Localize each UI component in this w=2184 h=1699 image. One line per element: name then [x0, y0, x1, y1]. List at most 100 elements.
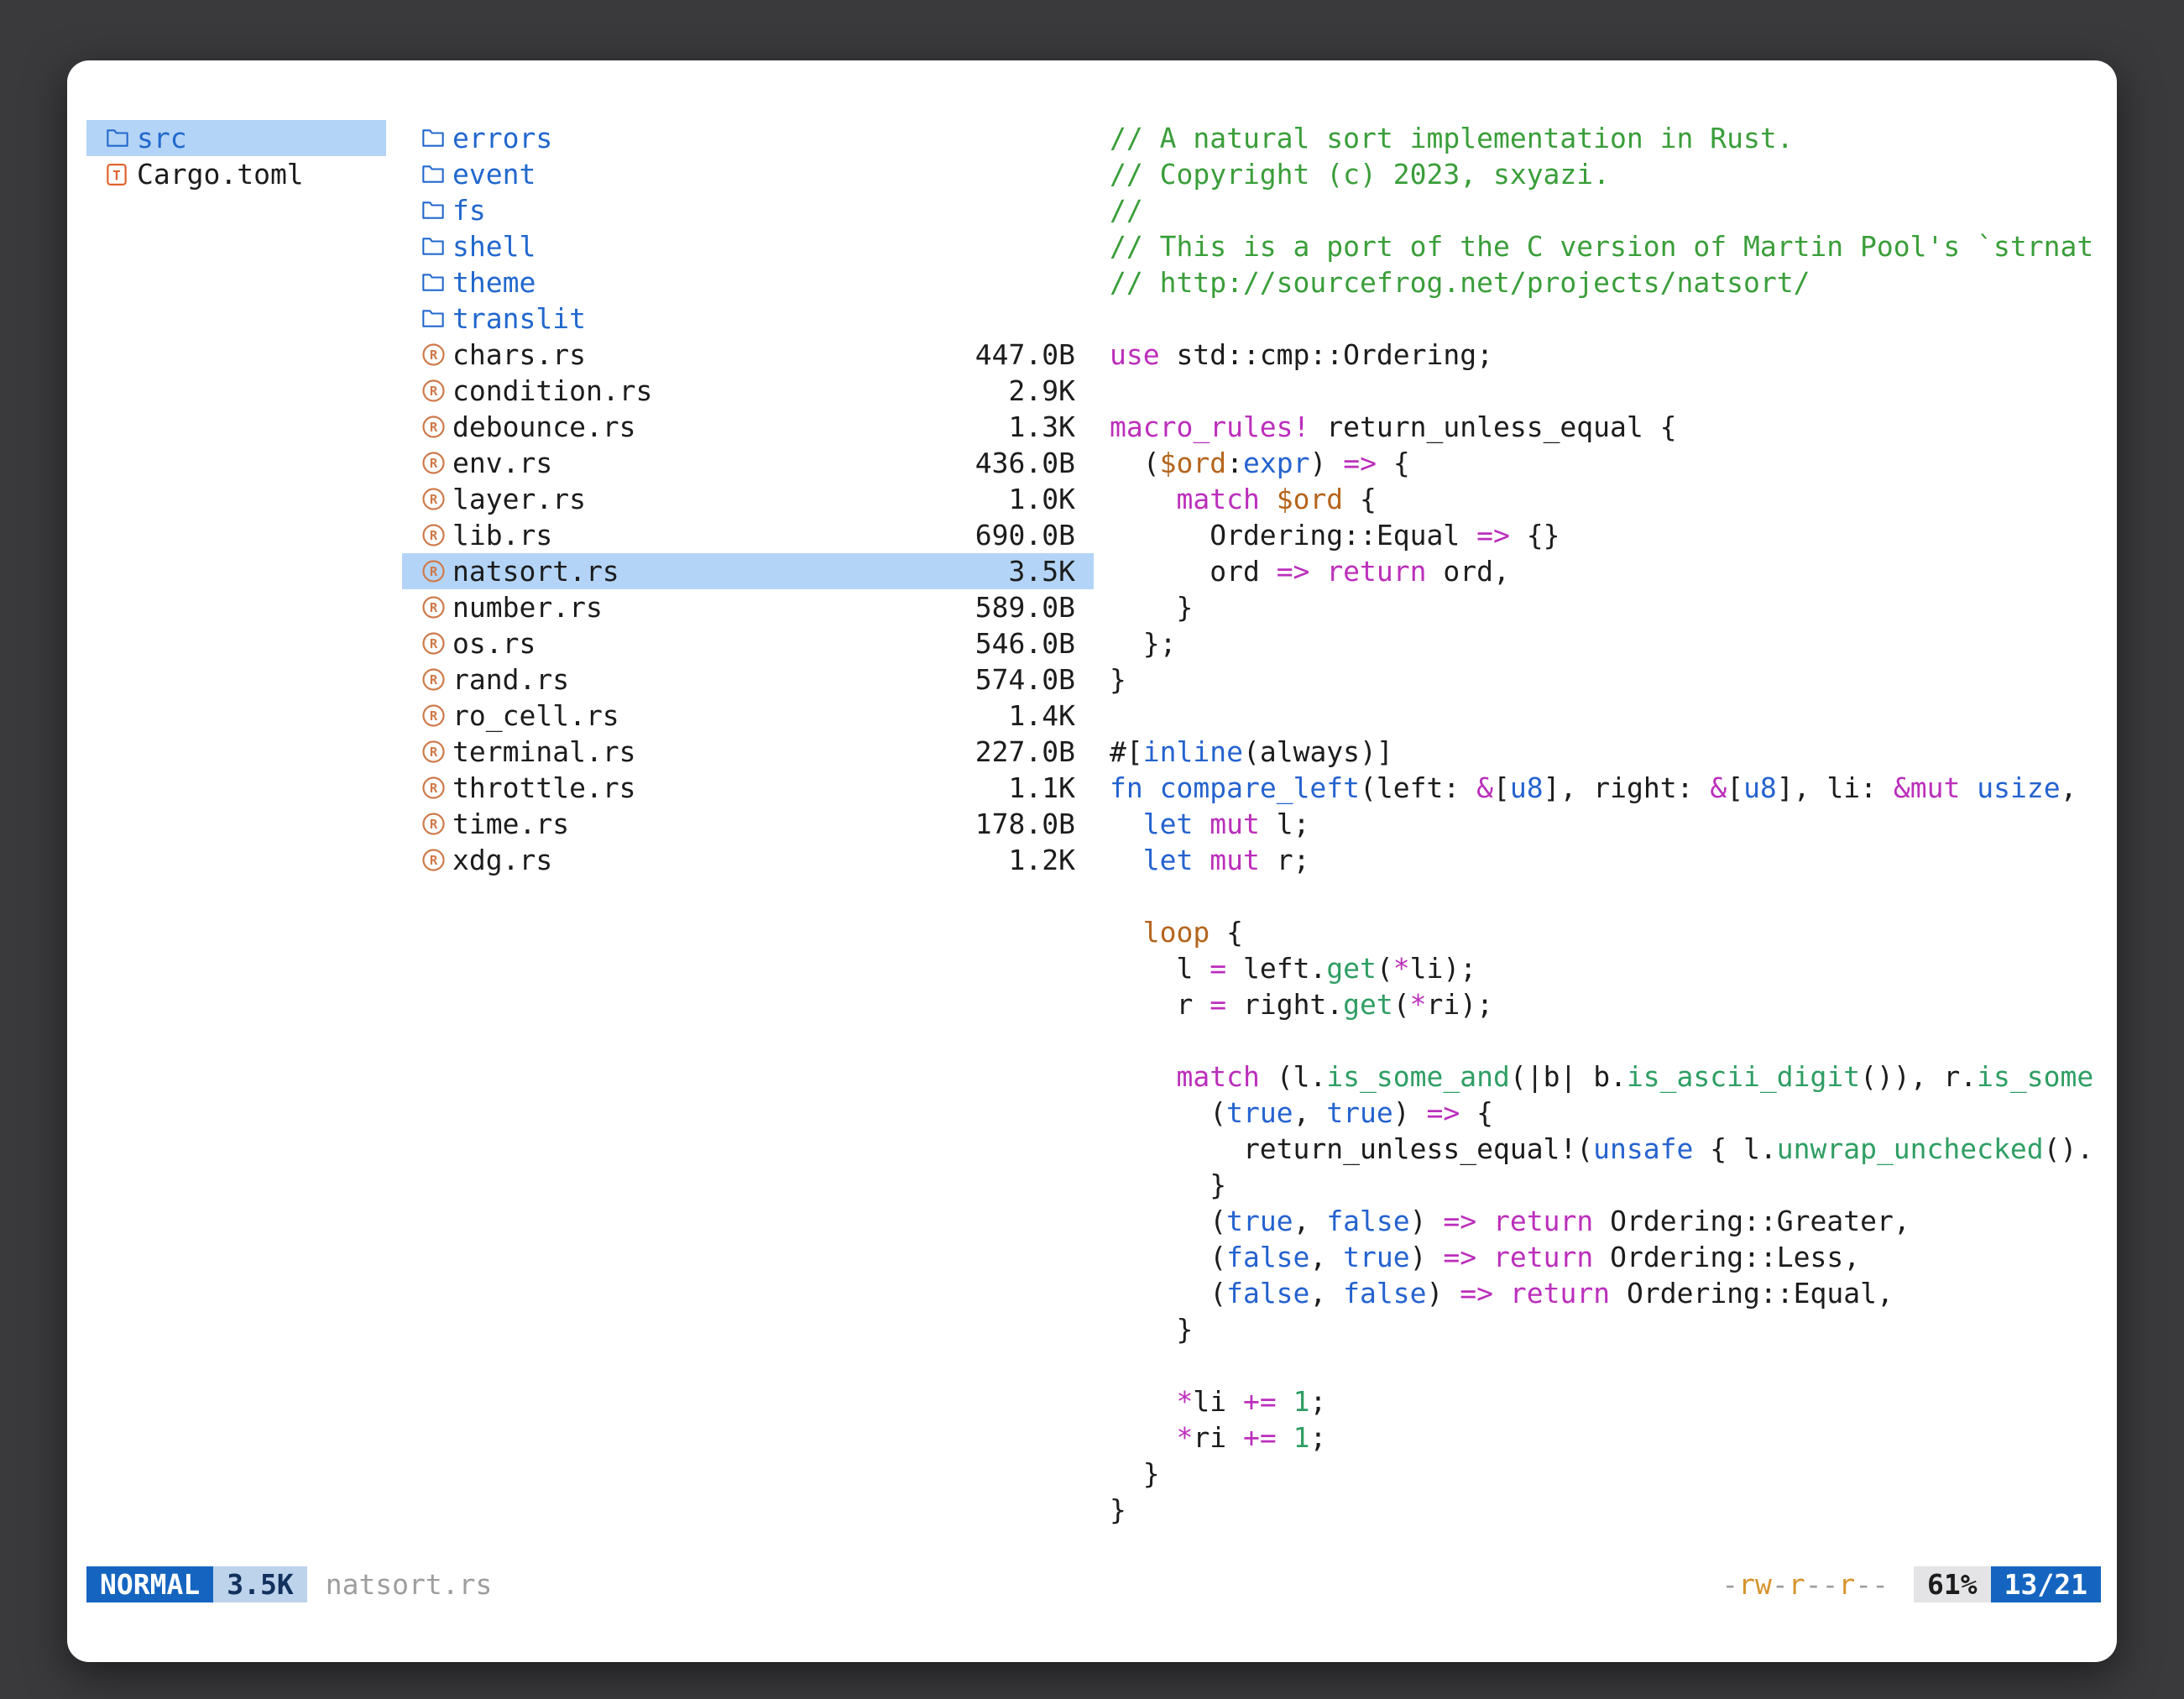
file-row-terminal.rs[interactable]: Rterminal.rs227.0B	[402, 734, 1094, 770]
code-line	[1110, 1347, 2101, 1383]
file-row-layer.rs[interactable]: Rlayer.rs1.0K	[402, 481, 1094, 517]
code-line	[1110, 698, 2101, 734]
file-name: os.rs	[452, 625, 536, 661]
file-name: theme	[452, 264, 536, 301]
file-row-number.rs[interactable]: Rnumber.rs589.0B	[402, 589, 1094, 625]
code-line: #[inline(always)]	[1110, 734, 2101, 770]
rust-file-icon: R	[421, 378, 452, 404]
file-row-Cargo.toml[interactable]: T Cargo.toml	[86, 156, 386, 192]
file-row-lib.rs[interactable]: Rlib.rs690.0B	[402, 517, 1094, 553]
file-size: 1.2K	[1009, 842, 1075, 878]
file-row-xdg.rs[interactable]: Rxdg.rs1.2K	[402, 842, 1094, 878]
file-row-event[interactable]: event	[402, 156, 1094, 192]
file-size: 1.0K	[1009, 481, 1075, 517]
code-line: ord => return ord,	[1110, 553, 2101, 589]
file-name: event	[452, 156, 536, 192]
folder-icon	[421, 199, 452, 222]
code-line: fn compare_left(left: &[u8], right: &[u8…	[1110, 770, 2101, 806]
file-size: 3.5K	[1009, 553, 1075, 589]
file-row-fs[interactable]: fs	[402, 192, 1094, 228]
svg-text:T: T	[112, 168, 120, 183]
svg-text:R: R	[430, 492, 438, 507]
svg-text:R: R	[430, 708, 438, 724]
code-line: l = left.get(*li);	[1110, 950, 2101, 986]
rust-file-icon: R	[421, 342, 452, 368]
mode-badge: NORMAL	[86, 1566, 213, 1602]
rust-file-icon: R	[421, 667, 452, 693]
rust-file-icon: R	[421, 739, 452, 765]
code-line: r = right.get(*ri);	[1110, 986, 2101, 1022]
folder-icon	[105, 127, 137, 149]
code-line: }	[1110, 1311, 2101, 1347]
file-row-env.rs[interactable]: Renv.rs436.0B	[402, 445, 1094, 481]
code-line: }	[1110, 589, 2101, 625]
file-row-rand.rs[interactable]: Rrand.rs574.0B	[402, 661, 1094, 698]
file-name: ro_cell.rs	[452, 698, 619, 734]
code-line: //	[1110, 192, 2101, 228]
file-row-throttle.rs[interactable]: Rthrottle.rs1.1K	[402, 770, 1094, 806]
rust-file-icon: R	[421, 847, 452, 873]
file-size: 1.4K	[1009, 698, 1075, 734]
file-row-chars.rs[interactable]: Rchars.rs447.0B	[402, 337, 1094, 373]
file-row-os.rs[interactable]: Ros.rs546.0B	[402, 625, 1094, 661]
code-line: *ri += 1;	[1110, 1419, 2101, 1456]
file-name: natsort.rs	[452, 553, 619, 589]
folder-icon	[421, 127, 452, 149]
folder-icon	[421, 235, 452, 258]
file-row-errors[interactable]: errors	[402, 120, 1094, 156]
toml-file-icon: T	[105, 162, 137, 187]
svg-text:R: R	[430, 745, 438, 760]
file-row-debounce.rs[interactable]: Rdebounce.rs 1.3K	[402, 409, 1094, 445]
preview-pane[interactable]: // A natural sort implementation in Rust…	[1110, 120, 2101, 1566]
code-line: }	[1110, 1456, 2101, 1492]
file-row-time.rs[interactable]: Rtime.rs178.0B	[402, 806, 1094, 842]
rust-file-icon: R	[421, 450, 452, 476]
code-line: macro_rules! return_unless_equal {	[1110, 409, 2101, 445]
code-line: return_unless_equal!(unsafe { l.unwrap_u…	[1110, 1131, 2101, 1167]
code-line: let mut l;	[1110, 806, 2101, 842]
svg-text:R: R	[430, 672, 438, 687]
file-name: time.rs	[452, 806, 569, 842]
svg-text:R: R	[430, 853, 438, 868]
file-size: 1.3K	[1009, 409, 1075, 445]
file-row-theme[interactable]: theme	[402, 264, 1094, 301]
file-row-src[interactable]: src	[86, 120, 386, 156]
rust-file-icon: R	[421, 775, 452, 801]
file-row-condition.rs[interactable]: Rcondition.rs2.9K	[402, 373, 1094, 409]
status-bar: NORMAL 3.5K natsort.rs -rw-r--r-- 61% 13…	[86, 1566, 2101, 1602]
file-name: env.rs	[452, 445, 552, 481]
file-name: Cargo.toml	[137, 156, 304, 192]
code-line: };	[1110, 625, 2101, 661]
code-line: (true, false) => return Ordering::Greate…	[1110, 1203, 2101, 1239]
file-size-badge: 3.5K	[213, 1566, 306, 1602]
code-line: match (l.is_some_and(|b| b.is_ascii_digi…	[1110, 1059, 2101, 1095]
svg-text:R: R	[430, 564, 438, 579]
file-row-ro_cell.rs[interactable]: Rro_cell.rs 1.4K	[402, 698, 1094, 734]
svg-text:R: R	[430, 781, 438, 796]
file-name: fs	[452, 192, 486, 228]
svg-text:R: R	[430, 420, 438, 435]
panes-container: src T Cargo.toml errorseventfsshellthemetr…	[86, 120, 2101, 1566]
file-row-natsort.rs[interactable]: Rnatsort.rs 3.5K	[402, 553, 1094, 589]
rust-file-icon: R	[421, 414, 452, 440]
file-name: translit	[452, 301, 586, 337]
svg-text:R: R	[430, 456, 438, 471]
rust-file-icon: R	[421, 811, 452, 837]
file-size: 447.0B	[975, 337, 1075, 373]
scroll-percent-badge: 61%	[1914, 1566, 1991, 1602]
svg-text:R: R	[430, 600, 438, 615]
code-line: (true, true) => {	[1110, 1095, 2101, 1131]
status-filename: natsort.rs	[326, 1566, 493, 1602]
file-name: src	[137, 120, 187, 156]
file-row-shell[interactable]: shell	[402, 228, 1094, 264]
file-name: debounce.rs	[452, 409, 636, 445]
code-line: match $ord {	[1110, 481, 2101, 517]
cursor-position-badge: 13/21	[1991, 1566, 2101, 1602]
svg-text:R: R	[430, 817, 438, 832]
parent-pane: src T Cargo.toml	[86, 120, 386, 1566]
code-line: Ordering::Equal => {}	[1110, 517, 2101, 553]
file-size: 574.0B	[975, 661, 1075, 698]
file-row-translit[interactable]: translit	[402, 301, 1094, 337]
status-bar-left: NORMAL 3.5K natsort.rs	[86, 1566, 492, 1602]
permissions-text: -rw-r--r--	[1722, 1566, 1889, 1602]
